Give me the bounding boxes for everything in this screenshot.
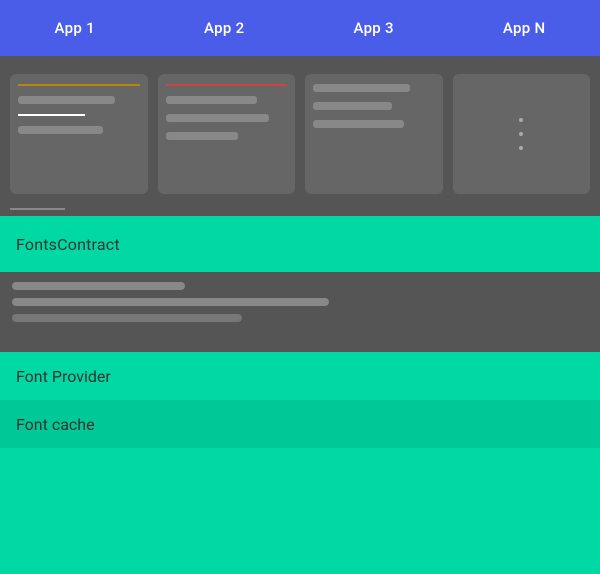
app2-box: [158, 74, 296, 194]
fonts-contract-section: FontsContract: [0, 216, 600, 272]
app-bar: App 1 App 2 App 3 App N: [0, 0, 600, 56]
app-bar-app1: App 1: [39, 11, 111, 45]
font-provider-label: Font Provider: [16, 367, 111, 386]
app2-text-line1: [166, 96, 257, 104]
app3-text-line2: [313, 102, 392, 110]
app-bar-app3: App 3: [337, 11, 409, 45]
app2-text-line3: [166, 132, 239, 140]
appn-dot1: [519, 118, 523, 122]
main-container: App 1 App 2 App 3 App N: [0, 0, 600, 574]
app2-accent-line: [166, 84, 288, 86]
app1-accent-line: [18, 84, 140, 86]
app3-box: [305, 74, 443, 194]
appn-dot3: [519, 146, 523, 150]
app-bar-app2: App 2: [188, 11, 260, 45]
fonts-contract-label: FontsContract: [16, 235, 120, 254]
font-provider-section: Font Provider: [0, 352, 600, 400]
app3-text-line3: [313, 120, 404, 128]
bottom-connector-line: [10, 208, 65, 210]
appn-dot2: [519, 132, 523, 136]
app-bar-appn: App N: [487, 11, 562, 45]
appn-box: [453, 74, 591, 194]
app1-text-line2: [18, 126, 103, 134]
app2-text-line2: [166, 114, 269, 122]
font-cache-section: Font cache: [0, 400, 600, 448]
middle-dark-section: [0, 272, 600, 352]
font-cache-label: Font cache: [16, 415, 95, 434]
app1-box: [10, 74, 148, 194]
app1-text-line1: [18, 96, 115, 104]
dark-line-1: [12, 282, 185, 290]
app1-white-line: [18, 114, 85, 116]
app3-text-line1: [313, 84, 410, 92]
app-box-group: [0, 66, 600, 202]
apps-section: [0, 56, 600, 216]
dark-line-2: [12, 298, 329, 306]
bottom-section: [0, 448, 600, 574]
dark-line-3: [12, 314, 242, 322]
